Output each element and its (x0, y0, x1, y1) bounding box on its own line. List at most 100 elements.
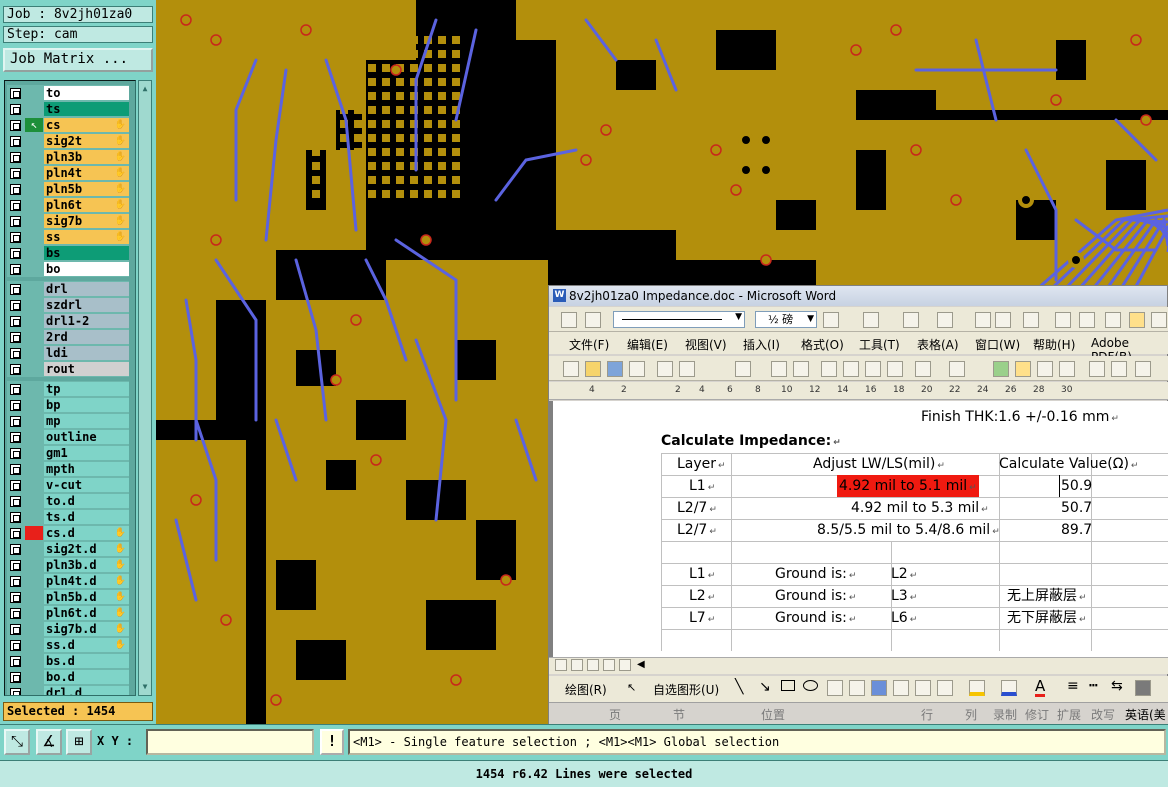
layer-row[interactable]: ss ✋ (7, 229, 129, 245)
layer-row[interactable]: v-cut (7, 477, 129, 493)
columns-icon[interactable] (1089, 361, 1105, 377)
layer-visibility-checkbox[interactable] (10, 364, 21, 375)
dash-style-icon[interactable]: ┅ (1089, 678, 1097, 694)
line-tool-icon[interactable]: ╲ (735, 679, 743, 695)
layer-visibility-checkbox[interactable] (10, 656, 21, 667)
layer-name[interactable]: pln3b.d ✋ (44, 558, 129, 572)
layer-visibility-checkbox[interactable] (10, 104, 21, 115)
layer-display-slot[interactable] (25, 246, 43, 260)
open-folder-icon[interactable] (585, 361, 601, 377)
layer-row[interactable]: gm1 (7, 445, 129, 461)
zoom-tool-icon[interactable]: ⤡ (4, 729, 30, 755)
layer-name[interactable]: ldi (44, 346, 129, 360)
layer-display-slot[interactable] (25, 166, 43, 180)
menu-edit[interactable]: 编辑(E) (627, 336, 668, 353)
layer-display-slot[interactable] (25, 262, 43, 276)
layer-name[interactable]: rout (44, 362, 129, 376)
layer-name[interactable]: drl1-2 (44, 314, 129, 328)
layer-row[interactable]: pln5b.d ✋ (7, 589, 129, 605)
layer-row[interactable]: sig7b ✋ (7, 213, 129, 229)
layer-row[interactable]: bp (7, 397, 129, 413)
layer-name[interactable]: pln6t.d ✋ (44, 606, 129, 620)
layer-visibility-checkbox[interactable] (10, 416, 21, 427)
layer-display-slot[interactable] (25, 314, 43, 328)
layer-display-slot[interactable] (25, 414, 43, 428)
borders-icon[interactable] (863, 312, 879, 328)
layer-visibility-checkbox[interactable] (10, 120, 21, 131)
layer-visibility-checkbox[interactable] (10, 152, 21, 163)
layer-row[interactable]: pln3b.d ✋ (7, 557, 129, 573)
alert-button[interactable]: ! (320, 729, 344, 755)
layer-visibility-checkbox[interactable] (10, 512, 21, 523)
layer-name[interactable]: mp (44, 414, 129, 428)
clipart-icon[interactable] (915, 680, 931, 696)
layer-row[interactable]: pln5b ✋ (7, 181, 129, 197)
layer-visibility-checkbox[interactable] (10, 608, 21, 619)
menu-format[interactable]: 格式(O) (801, 336, 844, 353)
layer-display-slot[interactable] (25, 182, 43, 196)
shadow-style-icon[interactable] (1135, 680, 1151, 696)
status-track-changes[interactable]: 修订 (1025, 706, 1049, 723)
layer-display-slot[interactable] (25, 86, 43, 100)
insert-table-icon[interactable] (1037, 361, 1053, 377)
word-title-bar[interactable]: W 8v2jh01za0 Impedance.doc - Microsoft W… (549, 286, 1167, 306)
layer-visibility-checkbox[interactable] (10, 184, 21, 195)
layer-display-slot[interactable] (25, 382, 43, 396)
layer-row[interactable]: bs.d (7, 653, 129, 669)
layer-name[interactable]: gm1 (44, 446, 129, 460)
layer-visibility-checkbox[interactable] (10, 528, 21, 539)
layer-row[interactable]: pln4t ✋ (7, 165, 129, 181)
layer-name[interactable]: to (44, 86, 129, 100)
layer-name[interactable]: drl (44, 282, 129, 296)
layer-name[interactable]: sig7b.d ✋ (44, 622, 129, 636)
layer-visibility-checkbox[interactable] (10, 232, 21, 243)
layer-display-slot[interactable] (25, 230, 43, 244)
layer-row[interactable]: pln3b ✋ (7, 149, 129, 165)
layer-row[interactable]: pln6t.d ✋ (7, 605, 129, 621)
wordart-icon[interactable] (871, 680, 887, 696)
layer-row[interactable]: ↖ cs ✋ (7, 117, 129, 133)
layer-row[interactable]: 2rd (7, 329, 129, 345)
autoformat-icon[interactable] (1105, 312, 1121, 328)
layer-display-slot[interactable] (25, 346, 43, 360)
layer-row[interactable]: bs (7, 245, 129, 261)
row1-adjust-selected[interactable]: 4.92 mil to 5.1 mil ↵ (837, 475, 979, 497)
shading-icon[interactable] (903, 312, 919, 328)
textbox-icon[interactable] (827, 680, 843, 696)
layer-display-slot[interactable] (25, 398, 43, 412)
layer-visibility-checkbox[interactable] (10, 200, 21, 211)
layer-visibility-checkbox[interactable] (10, 216, 21, 227)
drawing-icon[interactable] (1111, 361, 1127, 377)
layer-visibility-checkbox[interactable] (10, 432, 21, 443)
scroll-up-arrow-icon[interactable]: ▲ (139, 83, 151, 95)
layer-list-scrollbar[interactable]: ▲ ▼ (138, 80, 152, 696)
layer-name[interactable]: pln3b ✋ (44, 150, 129, 164)
layer-display-slot[interactable] (25, 574, 43, 588)
scroll-left-arrow-icon[interactable]: ◀ (637, 659, 645, 670)
row1-value[interactable]: 50.9 (1059, 475, 1092, 497)
layer-name[interactable]: pln4t ✋ (44, 166, 129, 180)
layer-display-slot[interactable] (25, 478, 43, 492)
layer-name[interactable]: bo.d (44, 670, 129, 684)
layer-visibility-checkbox[interactable] (10, 560, 21, 571)
layer-row[interactable]: bo.d (7, 669, 129, 685)
oval-tool-icon[interactable] (803, 680, 818, 691)
print-preview-icon[interactable] (679, 361, 695, 377)
status-overtype[interactable]: 改写 (1091, 706, 1115, 723)
layer-display-slot[interactable] (25, 494, 43, 508)
layer-name[interactable]: pln5b.d ✋ (44, 590, 129, 604)
layer-display-slot[interactable] (25, 150, 43, 164)
menu-help[interactable]: 帮助(H) (1033, 336, 1075, 353)
status-extend[interactable]: 扩展 (1057, 706, 1081, 723)
hyperlink-icon[interactable] (993, 361, 1009, 377)
layer-visibility-checkbox[interactable] (10, 624, 21, 635)
job-matrix-button[interactable]: Job Matrix ... (3, 48, 153, 72)
layer-row[interactable]: drl.d (7, 685, 129, 695)
menu-tools[interactable]: 工具(T) (859, 336, 900, 353)
layer-display-slot[interactable] (25, 590, 43, 604)
layer-name[interactable]: ss.d ✋ (44, 638, 129, 652)
draw-table-icon[interactable] (561, 312, 577, 328)
layer-name[interactable]: bs (44, 246, 129, 260)
layer-name[interactable]: ss ✋ (44, 230, 129, 244)
layer-display-slot[interactable] (25, 686, 43, 695)
